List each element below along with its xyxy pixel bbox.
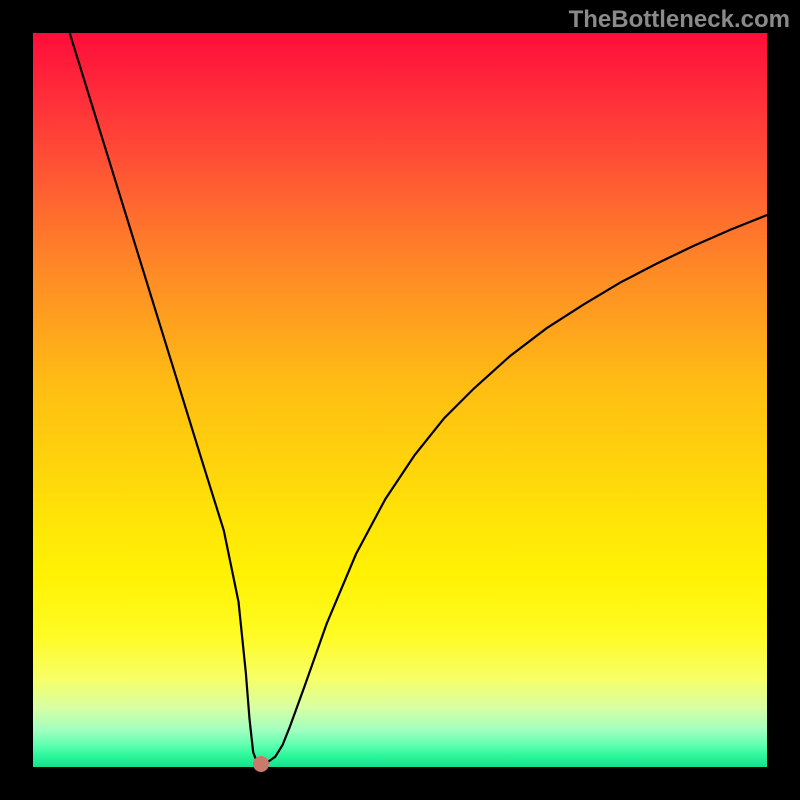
chart-container: TheBottleneck.com [0,0,800,800]
minimum-marker [253,756,269,772]
curve-svg [33,33,767,767]
watermark-text: TheBottleneck.com [569,6,790,34]
bottleneck-curve [70,33,767,763]
plot-area [33,33,767,767]
